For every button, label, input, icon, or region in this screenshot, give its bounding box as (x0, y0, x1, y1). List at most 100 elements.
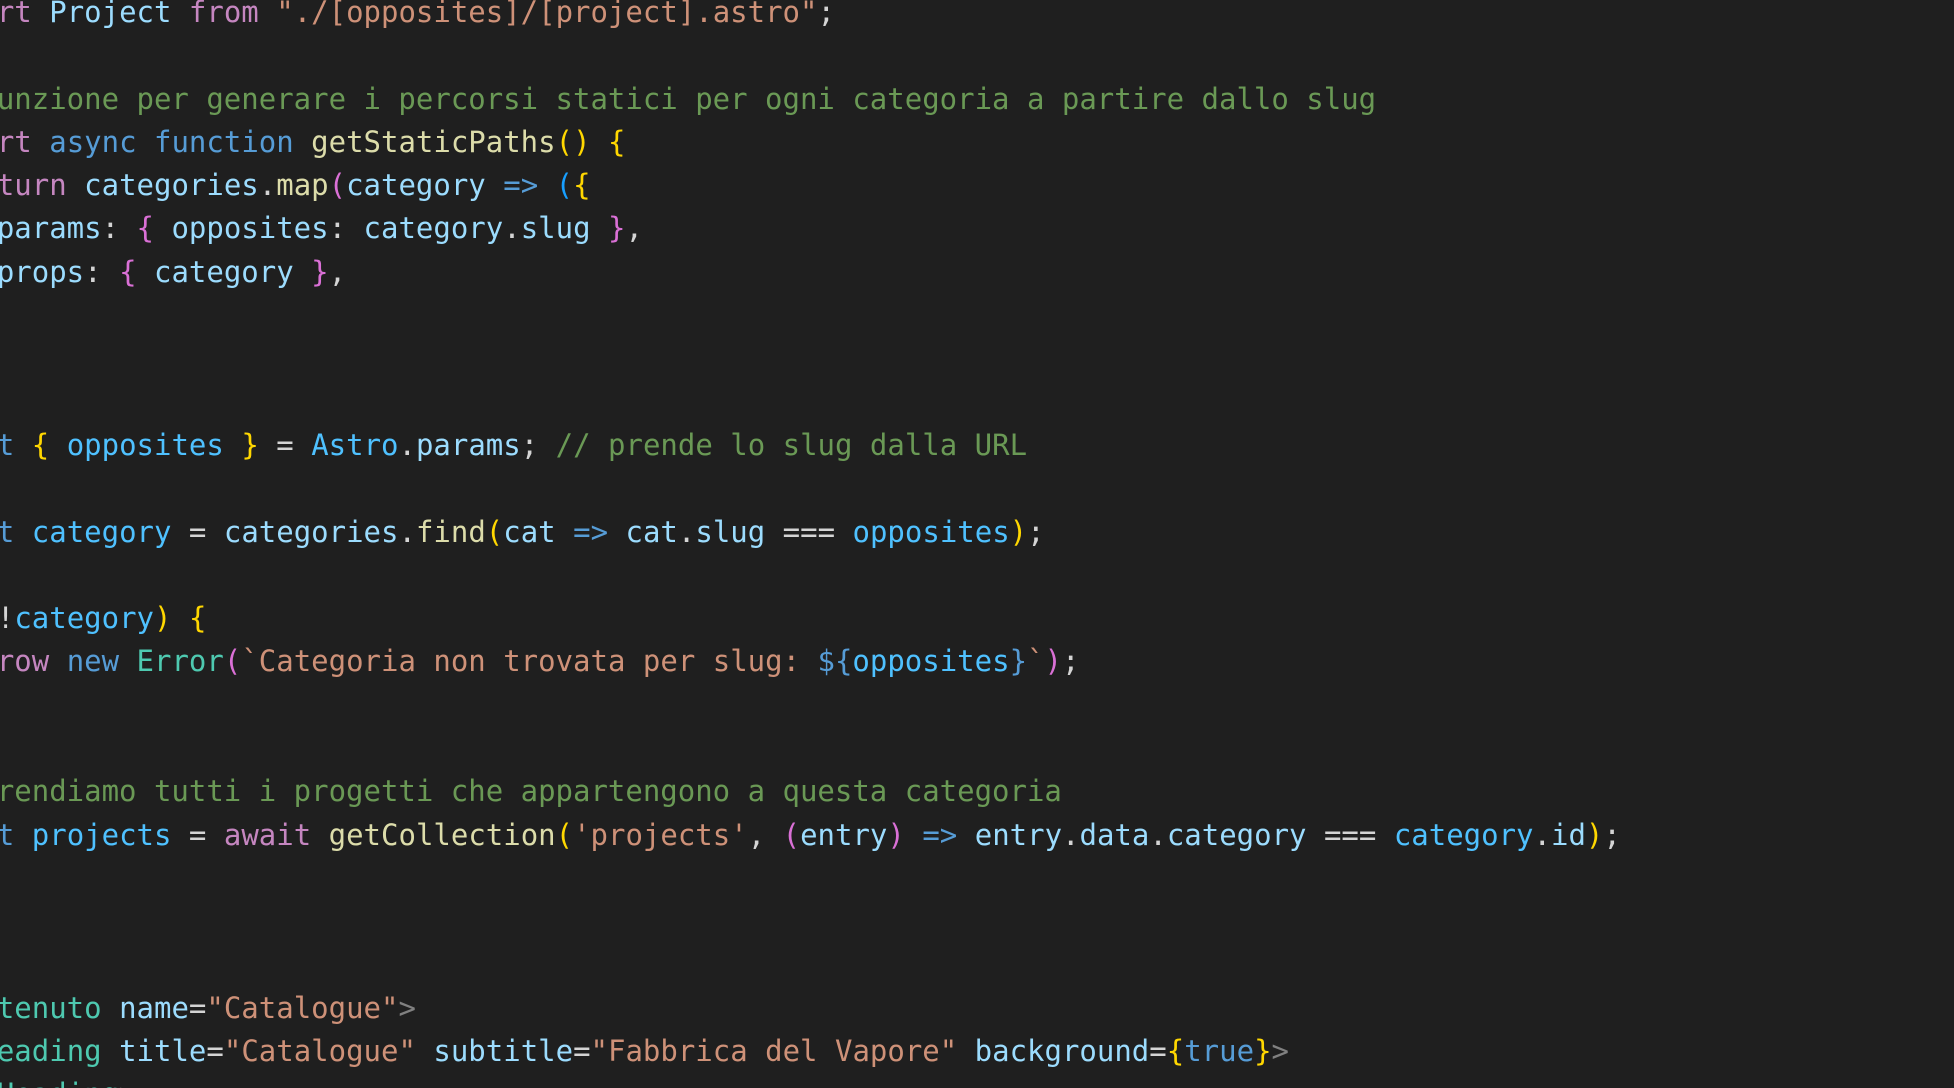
code-token: } (1009, 644, 1028, 679)
code-token: const (0, 817, 15, 852)
code-token: background (974, 1034, 1150, 1069)
code-line[interactable]: // Prendiamo tutti i progetti che appart… (0, 770, 1621, 813)
code-token: = (188, 990, 207, 1025)
code-line[interactable]: const { opposites } = Astro.params; // p… (0, 424, 1621, 467)
code-line[interactable]: params: { opposites: category.slug }, (0, 207, 1621, 250)
code-line[interactable]: const category = categories.find(cat => … (0, 511, 1621, 554)
code-line[interactable]: import Project from "./[opposites]/[proj… (0, 0, 1621, 34)
code-line[interactable]: throw new Error(`Categoria non trovata p… (0, 640, 1621, 683)
code-token: async (49, 124, 137, 159)
code-token: ( (328, 168, 347, 203)
code-token: Error (136, 644, 224, 679)
code-line[interactable]: const projects = await getCollection('pr… (0, 814, 1621, 857)
code-token: slug (695, 514, 766, 549)
code-token: . (677, 514, 696, 549)
code-token: opposites (171, 211, 329, 246)
code-token: { (1166, 1034, 1185, 1069)
code-token: { (136, 211, 154, 246)
code-token: // Prendiamo tutti i progetti che appart… (0, 774, 1062, 809)
code-line[interactable] (0, 554, 1621, 597)
code-token: : (101, 211, 137, 246)
code-line[interactable]: </Heading> (0, 1073, 1621, 1088)
code-line[interactable]: if (!category) { (0, 597, 1621, 640)
code-line[interactable] (0, 294, 1621, 337)
code-line[interactable] (0, 684, 1621, 727)
code-line[interactable]: <Heading title="Catalogue" subtitle="Fab… (0, 1030, 1621, 1073)
code-line[interactable] (0, 34, 1621, 77)
code-token: title (119, 1034, 207, 1069)
code-token: ) (1009, 514, 1028, 549)
code-token: : (84, 254, 120, 289)
code-token: const (0, 514, 15, 549)
code-token: = (573, 1034, 591, 1069)
code-token: await (223, 817, 312, 852)
code-token: { (31, 427, 50, 462)
code-line[interactable] (0, 900, 1621, 943)
code-line[interactable] (0, 381, 1621, 424)
code-token: category (31, 514, 172, 549)
code-token: slug (520, 211, 591, 246)
code-line[interactable] (0, 944, 1621, 987)
code-token: ; (1061, 644, 1080, 679)
code-token: entry (974, 817, 1063, 852)
code-line[interactable]: // Funzione per generare i percorsi stat… (0, 78, 1621, 121)
code-token: // Funzione per generare i percorsi stat… (0, 81, 1377, 116)
code-line[interactable] (0, 857, 1621, 900)
code-token: map (276, 168, 329, 203)
code-content[interactable]: import Project from "./[opposites]/[proj… (0, 0, 1621, 1088)
code-line[interactable] (0, 337, 1621, 380)
code-token: . (1149, 817, 1167, 852)
code-token: Contenuto (0, 990, 102, 1025)
code-token: opposites (66, 427, 224, 462)
code-token: entry (800, 817, 888, 852)
code-token: = (1149, 1034, 1167, 1069)
code-line[interactable]: <Contenuto name="Catalogue"> (0, 987, 1621, 1030)
code-token: ) (1585, 817, 1604, 852)
code-line[interactable]: return categories.map(category => ({ (0, 164, 1621, 207)
code-token: === (1306, 817, 1394, 852)
code-token: cat (625, 514, 678, 549)
code-token: category (346, 168, 486, 203)
code-editor[interactable]: import Project from "./[opposites]/[proj… (0, 0, 1954, 1088)
code-token: = (206, 1034, 224, 1069)
code-token: : (328, 211, 364, 246)
code-line[interactable]: props: { category }, (0, 251, 1621, 294)
code-token: , (328, 254, 347, 289)
code-token: "Fabbrica del Vapore" (590, 1034, 958, 1069)
code-token: => (573, 514, 609, 549)
code-token: . (398, 427, 416, 462)
code-token: import (0, 0, 32, 29)
code-token: throw (0, 644, 50, 679)
code-line[interactable] (0, 727, 1621, 770)
code-token: props (0, 254, 85, 289)
code-token: ${ (817, 644, 853, 679)
code-token: . (258, 168, 277, 203)
code-token: { (608, 124, 626, 159)
code-token: // prende lo slug dalla URL (555, 427, 1028, 462)
code-line[interactable]: export async function getStaticPaths() { (0, 121, 1621, 164)
code-token: ( (223, 644, 242, 679)
code-token: params (0, 211, 102, 246)
code-token: = (258, 427, 312, 462)
code-token: name (119, 990, 189, 1025)
code-token: . (1062, 817, 1080, 852)
code-token: getCollection (328, 817, 556, 852)
code-line[interactable] (0, 467, 1621, 510)
code-token: getStaticPaths (311, 124, 556, 159)
code-token: Astro (311, 427, 399, 462)
code-token: ) (1044, 644, 1062, 679)
code-token: . (1533, 817, 1551, 852)
